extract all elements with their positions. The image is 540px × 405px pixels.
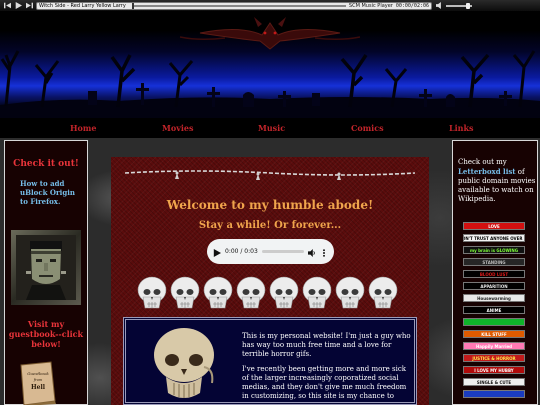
skull-icon <box>335 276 365 309</box>
frankenstein-portrait <box>11 230 81 305</box>
audio-seek-slider[interactable] <box>261 250 304 253</box>
skull-icon <box>236 276 266 309</box>
previous-icon <box>3 2 11 9</box>
letterboxd-pre: Check out my <box>458 158 507 166</box>
ublock-guide-link[interactable]: How to add uBlock Origin to Firefox. <box>20 179 82 206</box>
badge-13[interactable]: SINGLE & CUTE <box>463 378 525 386</box>
check-it-heading: Check it out! <box>13 159 79 169</box>
skull-icon <box>368 276 398 309</box>
seek-slider[interactable] <box>132 2 346 9</box>
audio-volume-button[interactable] <box>308 242 316 261</box>
letterboxd-link[interactable]: Letterboxd list <box>458 167 516 176</box>
badge-12[interactable]: I LOVE MY HUBBY <box>463 366 525 374</box>
play-button[interactable] <box>14 2 22 10</box>
badge-2[interactable]: my brain is GLOWING <box>463 246 525 254</box>
music-player-bar: Witch Side - Red Larry Yellow Larry SCM … <box>0 0 540 11</box>
skull-icon <box>137 276 167 309</box>
seek-handle[interactable] <box>132 2 134 9</box>
book-title-line2: from <box>33 378 43 382</box>
nav-home-link[interactable]: Home <box>70 123 96 133</box>
chain-divider <box>125 170 415 180</box>
badge-10[interactable]: Happily Married <box>463 342 525 350</box>
audio-player: 0:00 / 0:03 <box>207 239 334 264</box>
welcome-heading: Welcome to my humble abode! <box>166 198 374 212</box>
badge-9[interactable]: KILL STUFF <box>463 330 525 338</box>
speaker-icon <box>435 2 441 9</box>
nav-links-link[interactable]: Links <box>449 123 474 133</box>
frankenstein-icon <box>16 235 76 300</box>
audio-more-button[interactable] <box>320 242 328 261</box>
skull-icon <box>269 276 299 309</box>
volume-slider[interactable] <box>446 2 472 9</box>
prev-track-button[interactable] <box>3 2 11 10</box>
skull-photo-icon <box>154 328 214 398</box>
intro-paragraph-2: I've recently been getting more and more… <box>242 365 407 400</box>
book-title-line3: Hell <box>31 384 46 391</box>
skull-row <box>137 276 398 309</box>
badge-5[interactable]: APPARITION <box>463 282 525 290</box>
guestbook-link[interactable]: Visit my guestbook--click below! <box>5 319 87 349</box>
book-title-line1: Guestbook <box>27 371 49 376</box>
badge-11[interactable]: JUSTICE & HORROR <box>463 354 525 362</box>
letterboxd-blurb: Check out my Letterboxd list of public d… <box>458 158 536 204</box>
skull-icon <box>203 276 233 309</box>
left-sidebar: Check it out! How to add uBlock Origin t… <box>4 140 88 405</box>
main-content-panel: Welcome to my humble abode! Stay a while… <box>111 157 429 405</box>
play-icon <box>213 249 221 257</box>
badge-7[interactable]: ANIME <box>463 306 525 314</box>
badge-4[interactable]: BLOOD LUST <box>463 270 525 278</box>
graveyard-banner <box>0 11 540 118</box>
badge-6[interactable]: Housewarming <box>463 294 525 302</box>
nav-movies-link[interactable]: Movies <box>162 123 193 133</box>
track-title: Witch Side - Red Larry Yellow Larry <box>39 2 126 9</box>
skull-icon <box>302 276 332 309</box>
main-nav: Home Movies Music Comics Links <box>0 118 540 138</box>
play-icon <box>15 2 22 9</box>
more-vertical-icon <box>323 249 325 257</box>
audio-time: 0:00 / 0:03 <box>225 248 258 255</box>
badge-stack: LOVE DON'T TRUST ANYONE OVER 30 my brain i… <box>463 222 525 402</box>
audio-play-button[interactable] <box>213 242 221 261</box>
volume-button[interactable] <box>435 2 443 10</box>
badge-3[interactable]: STANDING <box>463 258 525 266</box>
nav-comics-link[interactable]: Comics <box>351 123 384 133</box>
badge-1[interactable]: DON'T TRUST ANYONE OVER 30 <box>463 234 525 242</box>
badge-8[interactable] <box>463 318 525 326</box>
guestbook-book-icon[interactable]: Guestbook from Hell <box>19 361 57 405</box>
intro-paragraph-1: This is my personal website! I'm just a … <box>242 332 411 358</box>
speaker-icon <box>308 249 315 257</box>
track-display: Witch Side - Red Larry Yellow Larry SCM … <box>36 1 432 10</box>
stay-subheading: Stay a while! Or forever... <box>198 220 342 231</box>
demon-emblem-icon <box>179 17 361 50</box>
badge-0[interactable]: LOVE <box>463 222 525 230</box>
skull-icon <box>170 276 200 309</box>
intro-box: This is my personal website! I'm just a … <box>123 317 417 405</box>
next-icon <box>25 2 33 9</box>
next-track-button[interactable] <box>25 2 33 10</box>
player-time: 00:00/02:06 <box>395 2 429 9</box>
nav-music-link[interactable]: Music <box>258 123 285 133</box>
player-name: SCM Music Player <box>348 2 393 9</box>
badge-14[interactable] <box>463 390 525 398</box>
right-sidebar: Check out my Letterboxd list of public d… <box>452 140 538 405</box>
volume-handle[interactable] <box>466 2 470 9</box>
